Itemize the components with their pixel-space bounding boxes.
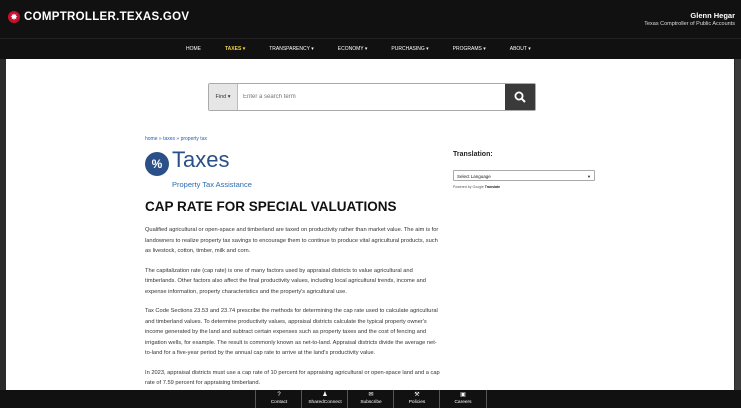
language-select-value: Select Language [457,174,491,179]
nav-economy[interactable]: ECONOMY ▾ [338,39,368,59]
main-nav: HOME TAXES ▾ TRANSPARENCY ▾ ECONOMY ▾ PU… [0,38,741,59]
official-name: Glenn Hegar [690,11,735,20]
footer-contact[interactable]: ? Contact [255,390,302,408]
translation-heading: Translation: [453,151,493,158]
nav-transparency[interactable]: TRANSPARENCY ▾ [269,39,314,59]
scrollbar[interactable] [735,59,741,390]
top-header: ✸ COMPTROLLER.TEXAS.GOV Glenn Hegar Texa… [0,0,741,38]
user-icon: ♟ [322,392,328,398]
footer-label: Contact [270,400,288,405]
nav-programs[interactable]: PROGRAMS ▾ [453,39,486,59]
logo-text: COMPTROLLER.TEXAS.GOV [24,11,190,23]
official-block: Glenn Hegar Texas Comptroller of Public … [644,11,735,27]
nav-home[interactable]: HOME [186,39,201,59]
paragraph: Qualified agricultural or open-space and… [145,227,439,254]
nav-purchasing[interactable]: PURCHASING ▾ [391,39,428,59]
search-icon [514,91,526,103]
article-body: Qualified agricultural or open-space and… [145,225,442,390]
footer-sharedconnect[interactable]: ♟ SharedConnect [301,390,348,408]
footer-label: SharedConnect [308,400,342,405]
search-bar: Find ▾ [208,83,536,111]
powered-prefix: Powered by [453,185,472,189]
star-seal-icon: ✸ [8,11,20,23]
paragraph: Tax Code Sections 23.53 and 23.74 prescr… [145,308,438,356]
footer-careers[interactable]: ▣ Careers [439,390,487,408]
content-page: Find ▾ home » taxes » property tax % Tax… [6,59,734,390]
google-logo: Google [472,185,484,189]
footer-bar: ? Contact ♟ SharedConnect ✉ Subscribe ⚒ … [0,390,741,408]
briefcase-icon: ▣ [460,392,466,398]
chevron-down-icon: ▼ [587,174,591,179]
translate-label: Translate [484,185,501,189]
paragraph: In 2023, appraisal districts must use a … [145,369,440,387]
footer-subscribe[interactable]: ✉ Subscribe [347,390,394,408]
footer-label: Subscribe [360,400,382,405]
gavel-icon: ⚒ [414,392,420,398]
footer-label: Policies [408,400,426,405]
powered-by-google[interactable]: Powered by Google Translate [453,185,500,189]
nav-taxes[interactable]: TAXES ▾ [225,39,245,59]
question-icon: ? [277,392,281,398]
section-subtitle: Property Tax Assistance [172,180,252,189]
language-select[interactable]: Select Language ▼ [453,170,595,181]
breadcrumb[interactable]: home » taxes » property tax [145,136,207,142]
official-title: Texas Comptroller of Public Accounts [644,21,735,27]
search-button[interactable] [505,84,535,110]
find-dropdown[interactable]: Find ▾ [209,84,238,110]
percent-badge-icon: % [145,152,169,176]
page-title: CAP RATE FOR SPECIAL VALUATIONS [145,199,397,214]
site-logo[interactable]: ✸ COMPTROLLER.TEXAS.GOV [8,11,189,23]
search-input[interactable] [239,84,507,110]
footer-label: Careers [454,400,472,405]
nav-about[interactable]: ABOUT ▾ [510,39,531,59]
envelope-icon: ✉ [368,392,374,398]
paragraph: The capitalization rate (cap rate) is on… [145,267,426,295]
footer-policies[interactable]: ⚒ Policies [393,390,440,408]
section-title: Taxes [172,147,230,172]
